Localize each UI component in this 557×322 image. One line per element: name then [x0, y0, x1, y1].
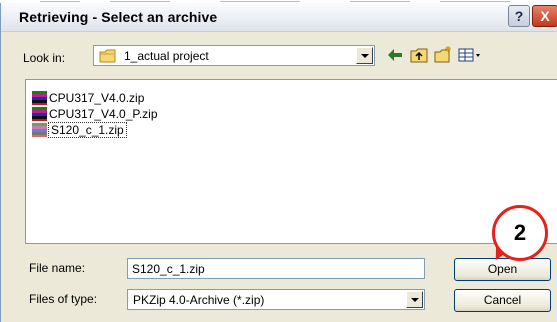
file-name-input[interactable]: S120_c_1.zip [127, 258, 425, 279]
file-type-label: Files of type: [29, 292, 98, 306]
cancel-button[interactable]: Cancel [454, 289, 551, 312]
zip-file-icon [32, 107, 47, 121]
file-name: CPU317_V4.0_P.zip [49, 107, 158, 121]
file-type-dropdown-arrow-icon[interactable] [406, 291, 423, 308]
file-list[interactable]: CPU317_V4.0.zip CPU317_V4.0_P.zip S120_c… [25, 79, 557, 244]
file-name: S120_c_1.zip [48, 122, 127, 138]
zip-file-icon [32, 123, 47, 137]
up-folder-icon[interactable] [409, 45, 429, 65]
look-in-value: 1_actual project [124, 49, 209, 63]
view-menu-icon[interactable] [457, 45, 483, 65]
title-bar: Retrieving - Select an archive ? X [1, 3, 557, 32]
folder-icon [99, 49, 116, 63]
step-callout: 2 [492, 205, 548, 261]
window-title: Retrieving - Select an archive [19, 9, 218, 25]
zip-file-icon [32, 91, 47, 105]
dialog-window: Retrieving - Select an archive ? X Look … [0, 3, 557, 322]
look-in-label: Look in: [23, 51, 66, 65]
back-arrow-icon[interactable] [385, 45, 405, 65]
look-in-dropdown-arrow-icon[interactable] [356, 47, 373, 64]
close-button[interactable]: X [532, 5, 557, 27]
file-type-value: PKZip 4.0-Archive (*.zip) [133, 293, 265, 307]
file-name: CPU317_V4.0.zip [49, 91, 145, 105]
file-type-dropdown[interactable]: PKZip 4.0-Archive (*.zip) [127, 289, 425, 310]
new-folder-icon[interactable] [433, 45, 453, 65]
look-in-dropdown[interactable]: 1_actual project [93, 45, 375, 66]
help-button[interactable]: ? [508, 5, 530, 27]
file-name-label: File name: [29, 261, 86, 275]
